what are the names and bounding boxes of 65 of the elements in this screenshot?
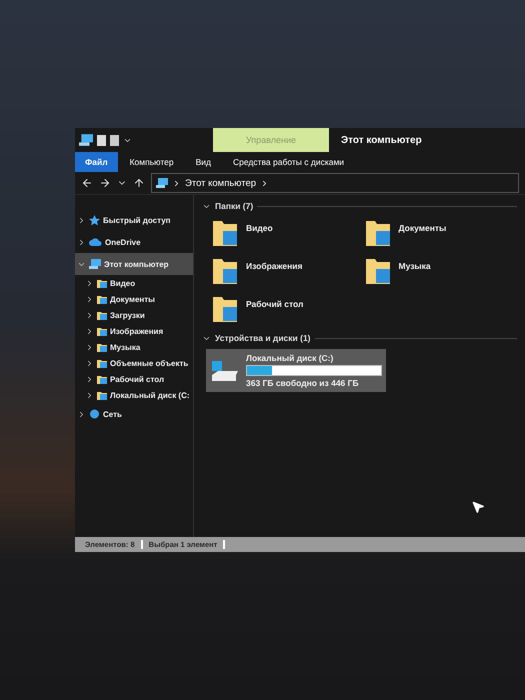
expand-icon[interactable]	[85, 390, 94, 400]
nav-item[interactable]: Рабочий стол	[75, 371, 193, 387]
nav-label: Сеть	[103, 410, 122, 418]
address-field[interactable]: Этот компьютер	[151, 173, 519, 193]
nav-label: Рабочий стол	[110, 374, 164, 384]
expand-icon[interactable]	[85, 310, 94, 320]
ribbon-tab[interactable]: Вид	[186, 152, 221, 172]
mouse-cursor-icon	[471, 500, 485, 514]
nav-label: Этот компьютер	[104, 260, 169, 268]
context-tab-header: Управление	[213, 128, 329, 152]
drive-label: Локальный диск (C:)	[246, 353, 334, 363]
chevron-icon	[172, 178, 181, 188]
nav-item[interactable]: Видео	[75, 275, 193, 291]
cloud-icon	[89, 238, 102, 246]
nav-item[interactable]: Музыка	[75, 339, 193, 355]
expand-icon[interactable]	[85, 326, 94, 336]
nav-label: Изображения	[110, 326, 164, 336]
computer-icon	[156, 178, 168, 188]
ribbon-tab[interactable]: Средства работы с дисками	[223, 152, 354, 172]
ribbon-tab[interactable]: Компьютер	[120, 152, 184, 172]
nav-item[interactable]: OneDrive	[75, 231, 193, 253]
nav-label: Быстрый доступ	[103, 216, 171, 224]
nav-label: Видео	[110, 278, 136, 288]
nav-item[interactable]: Этот компьютер	[75, 253, 193, 275]
back-button[interactable]	[81, 177, 93, 189]
nav-item[interactable]: Изображения	[75, 323, 193, 339]
free-space-text: 363 ГБ свободно из 446 ГБ	[246, 378, 360, 388]
ribbon-tab[interactable]: Файл	[75, 152, 118, 172]
nav-label: Документы	[110, 294, 155, 304]
expand-icon[interactable]	[85, 374, 94, 384]
expand-icon[interactable]	[85, 294, 94, 304]
expand-icon[interactable]	[77, 216, 86, 224]
nav-label: Загрузки	[110, 310, 145, 320]
folder-item[interactable]: Рабочий стол	[212, 293, 364, 325]
expand-icon[interactable]	[85, 358, 94, 368]
expand-icon[interactable]	[85, 342, 94, 352]
star-icon	[89, 214, 100, 226]
group-title: Папки (7)	[215, 201, 254, 211]
address-path: Этот компьютер	[185, 178, 256, 188]
nav-label: Локальный диск (С:	[110, 390, 190, 400]
folder-item[interactable]: Изображения	[212, 255, 364, 287]
drive-icon	[210, 358, 240, 382]
expand-icon[interactable]	[85, 278, 94, 288]
group-title: Устройства и диски (1)	[215, 333, 311, 343]
nav-item[interactable]: Документы	[75, 291, 193, 307]
drive-item[interactable]: Локальный диск (C:) 363 ГБ свободно из 446 ГБ	[206, 349, 386, 392]
nav-label: Музыка	[110, 342, 140, 352]
expand-icon[interactable]	[77, 410, 86, 418]
nav-item[interactable]: Сеть	[75, 403, 193, 425]
document-icon[interactable]	[97, 134, 106, 146]
folder-item[interactable]: Документы	[364, 217, 517, 249]
window-title: Этот компьютер	[340, 134, 422, 146]
computer-icon	[79, 134, 93, 146]
nav-item[interactable]: Локальный диск (С:	[75, 387, 193, 403]
folder-item[interactable]: Видео	[212, 217, 364, 249]
computer-icon	[89, 259, 101, 269]
nav-label: OneDrive	[105, 238, 141, 246]
up-button[interactable]	[133, 177, 145, 189]
nav-item[interactable]: Загрузки	[75, 307, 193, 323]
forward-button[interactable]	[99, 177, 111, 189]
nav-item[interactable]: Объемные объекть	[75, 355, 193, 371]
nav-label: Объемные объекть	[110, 358, 188, 368]
nav-item[interactable]: Быстрый доступ	[75, 209, 193, 231]
folder-item[interactable]: Музыка	[364, 255, 517, 287]
expand-icon[interactable]	[77, 238, 86, 246]
